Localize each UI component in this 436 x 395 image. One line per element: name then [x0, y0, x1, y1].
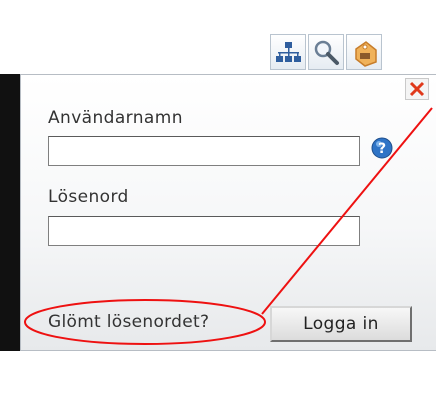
top-toolbar [0, 0, 436, 74]
shopping-tag-icon [355, 41, 377, 67]
forgot-password-link[interactable]: Glömt lösenordet? [48, 312, 209, 332]
username-label: Användarnamn [48, 108, 183, 128]
svg-text:?: ? [378, 141, 386, 157]
login-button[interactable]: Logga in [270, 306, 412, 342]
background-text-fragment: t [2, 374, 11, 395]
close-button[interactable] [405, 78, 429, 100]
username-field[interactable] [48, 136, 360, 166]
sitemap-icon [276, 42, 301, 62]
help-icon[interactable]: ? [370, 136, 394, 164]
search-icon [314, 40, 339, 65]
sitemap-button[interactable] [270, 34, 306, 70]
shopping-tag-button[interactable] [346, 34, 382, 70]
background-page-strip: t [0, 74, 20, 395]
close-icon [409, 81, 425, 97]
password-label: Lösenord [48, 187, 129, 207]
password-field[interactable] [48, 216, 360, 246]
search-button[interactable] [308, 34, 344, 70]
